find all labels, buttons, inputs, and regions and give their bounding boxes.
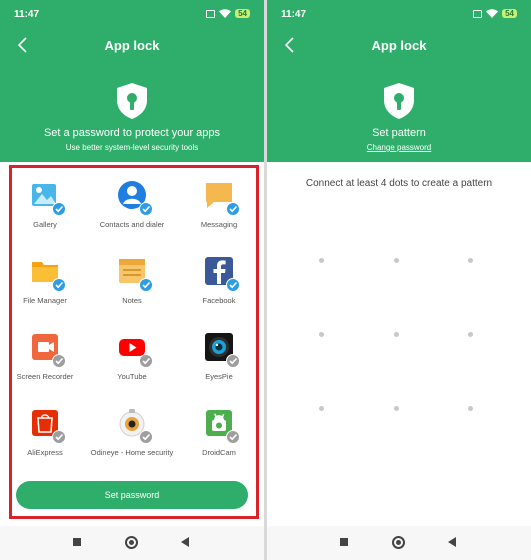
recents-icon[interactable] — [73, 538, 81, 546]
messaging-icon — [204, 180, 240, 216]
checkmark-icon — [52, 202, 66, 216]
youtube-icon — [117, 332, 153, 368]
back-triangle-icon[interactable] — [181, 537, 189, 547]
change-password-link[interactable]: Change password — [267, 143, 531, 152]
pattern-dot[interactable] — [468, 258, 473, 263]
notification-icon — [206, 9, 216, 18]
status-time: 11:47 — [14, 9, 40, 20]
notes-icon — [117, 256, 153, 292]
app-aliexpress[interactable]: AliExpress — [0, 398, 90, 468]
app-facebook[interactable]: Facebook — [174, 246, 264, 316]
checkmark-icon — [226, 278, 240, 292]
page-title: App lock — [104, 38, 160, 53]
checkmark-icon — [52, 430, 66, 444]
folder-icon — [30, 256, 66, 292]
app-notes[interactable]: Notes — [87, 246, 177, 316]
app-gallery[interactable]: Gallery — [0, 170, 90, 240]
pattern-instruction: Connect at least 4 dots to create a patt… — [305, 178, 493, 189]
home-icon[interactable] — [125, 536, 138, 549]
pattern-dot[interactable] — [394, 406, 399, 411]
checkmark-icon — [139, 354, 153, 368]
app-droidcam[interactable]: DroidCam — [174, 398, 264, 468]
wifi-icon — [486, 9, 499, 18]
checkmark-icon — [139, 430, 153, 444]
checkmark-icon — [52, 354, 66, 368]
page-title: App lock — [371, 38, 427, 53]
shield-lock-icon — [117, 83, 147, 119]
pattern-dot[interactable] — [468, 332, 473, 337]
pattern-dot[interactable] — [319, 332, 324, 337]
checkmark-icon — [139, 202, 153, 216]
app-contacts[interactable]: Contacts and dialer — [87, 170, 177, 240]
camera-icon — [117, 408, 153, 444]
battery-icon: 54 — [502, 9, 517, 18]
app-youtube[interactable]: YouTube — [87, 322, 177, 392]
checkmark-icon — [52, 278, 66, 292]
status-time: 11:47 — [281, 9, 307, 20]
gallery-icon — [30, 180, 66, 216]
checkmark-icon — [226, 354, 240, 368]
pattern-dot[interactable] — [394, 258, 399, 263]
checkmark-icon — [139, 278, 153, 292]
app-odineye[interactable]: Odineye - Home security — [87, 398, 177, 468]
app-file-manager[interactable]: File Manager — [0, 246, 90, 316]
notification-icon — [473, 9, 483, 18]
wifi-icon — [219, 9, 232, 18]
screen-recorder-icon — [30, 332, 66, 368]
droidcam-icon — [204, 408, 240, 444]
pattern-dot[interactable] — [468, 406, 473, 411]
headline: Set a password to protect your apps — [43, 127, 221, 139]
pattern-dot[interactable] — [319, 406, 324, 411]
shield-lock-icon — [384, 83, 414, 119]
subline: Use better system-level security tools — [65, 143, 199, 152]
contacts-icon — [117, 180, 153, 216]
recents-icon[interactable] — [340, 538, 348, 546]
app-messaging[interactable]: Messaging — [174, 170, 264, 240]
back-triangle-icon[interactable] — [448, 537, 456, 547]
status-bar: 11:47 54 — [14, 9, 250, 23]
home-icon[interactable] — [392, 536, 405, 549]
eyespie-icon — [204, 332, 240, 368]
set-password-button[interactable]: Set password — [16, 481, 248, 509]
headline: Set pattern — [372, 127, 426, 139]
battery-icon: 54 — [235, 9, 250, 18]
app-screen-recorder[interactable]: Screen Recorder — [0, 322, 90, 392]
pattern-dot[interactable] — [394, 332, 399, 337]
checkmark-icon — [226, 430, 240, 444]
header: 11:47 54 App lock Set pattern Change pas… — [267, 0, 531, 162]
aliexpress-icon — [30, 408, 66, 444]
set-pattern-screen: 11:47 54 App lock Set pattern Change pas… — [267, 0, 531, 560]
nav-bar — [267, 526, 531, 560]
app-eyespie[interactable]: EyesPie — [174, 322, 264, 392]
facebook-icon — [204, 256, 240, 292]
pattern-dot[interactable] — [319, 258, 324, 263]
app-lock-screen: 11:47 54 App lock Set a password to prot… — [0, 0, 264, 560]
header: 11:47 54 App lock Set a password to prot… — [0, 0, 264, 162]
nav-bar — [0, 526, 264, 560]
checkmark-icon — [226, 202, 240, 216]
status-bar: 11:47 54 — [281, 9, 517, 23]
